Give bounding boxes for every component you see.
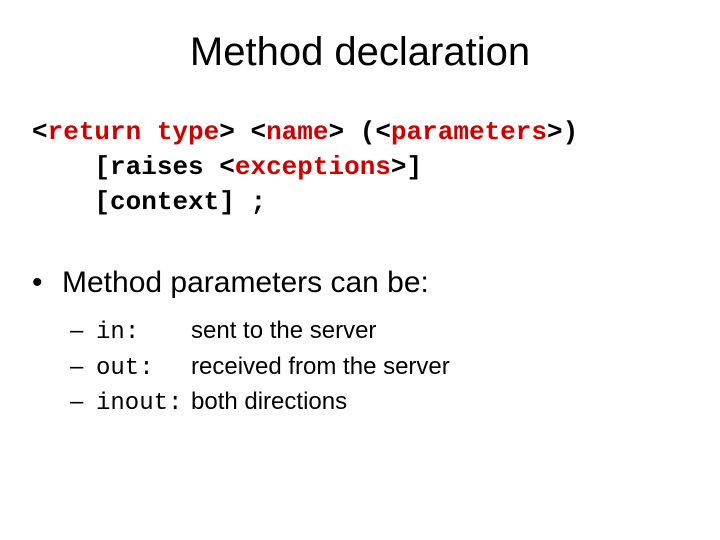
method-signature-code: <return type> <name> (<parameters>) [rai…	[32, 115, 720, 220]
list-item: – out: received from the server	[70, 350, 720, 386]
dash-icon: –	[70, 385, 96, 419]
param-keyword: inout:	[96, 387, 191, 421]
slide: Method declaration <return type> <name> …	[0, 0, 720, 540]
param-desc: received from the server	[191, 350, 450, 384]
angle-open: <	[219, 152, 235, 182]
bracket-close: ]	[219, 187, 235, 217]
bracket-open: [	[94, 187, 110, 217]
angle-open: <	[250, 117, 266, 147]
param-desc: both directions	[191, 385, 347, 419]
paren-open: (	[360, 117, 376, 147]
param-keyword: out:	[96, 352, 191, 386]
bracket-open: [	[94, 152, 110, 182]
angle-open: <	[32, 117, 48, 147]
kw-context: context	[110, 187, 219, 217]
semicolon: ;	[250, 187, 266, 217]
space	[235, 117, 251, 147]
page-title: Method declaration	[0, 0, 720, 75]
kw-raises: raises	[110, 152, 204, 182]
paren-close: )	[563, 117, 579, 147]
dash-icon: –	[70, 350, 96, 384]
angle-open: <	[375, 117, 391, 147]
list-item: – inout: both directions	[70, 385, 720, 421]
bracket-close: ]	[407, 152, 423, 182]
space	[235, 187, 251, 217]
bullet-text: Method parameters can be:	[62, 266, 429, 300]
kw-parameters: parameters	[391, 117, 547, 147]
kw-exceptions: exceptions	[235, 152, 391, 182]
angle-close: >	[219, 117, 235, 147]
param-desc: sent to the server	[191, 314, 376, 348]
kw-return-type: return type	[48, 117, 220, 147]
angle-close: >	[391, 152, 407, 182]
space	[204, 152, 220, 182]
bullet-dot: •	[32, 266, 62, 300]
parameter-list: – in: sent to the server – out: received…	[70, 314, 720, 421]
kw-name: name	[266, 117, 328, 147]
param-keyword: in:	[96, 316, 191, 350]
dash-icon: –	[70, 314, 96, 348]
bullet-item: • Method parameters can be:	[32, 266, 720, 300]
space	[344, 117, 360, 147]
list-item: – in: sent to the server	[70, 314, 720, 350]
angle-close: >	[329, 117, 345, 147]
angle-close: >	[547, 117, 563, 147]
